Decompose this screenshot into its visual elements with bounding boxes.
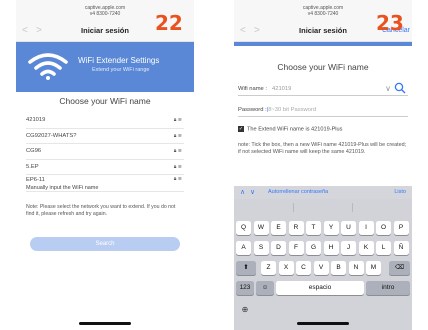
keyboard-row-5: ⊕	[234, 303, 412, 317]
globe-icon[interactable]: ⊕	[238, 303, 252, 317]
lock-wifi-icon: 🔒︎ ≋	[173, 132, 182, 139]
step-number: 23	[376, 11, 404, 35]
key-i[interactable]: I	[358, 221, 374, 235]
checkbox[interactable]: ✓	[238, 126, 244, 132]
blue-strip	[234, 42, 412, 46]
network-item[interactable]: CG92027-WHATS? 🔒︎ ≋	[26, 129, 184, 144]
key-z[interactable]: Z	[261, 261, 276, 275]
key-l[interactable]: L	[376, 241, 391, 255]
password-label: Password :	[238, 107, 267, 113]
choose-wifi-title: Choose your WiFi name	[59, 96, 151, 106]
key-y[interactable]: Y	[323, 221, 339, 235]
screen-wifi-password: captive.apple.com v4 8300-7240 < > Inici…	[234, 0, 412, 330]
wifi-name-label: Wifi name :	[238, 86, 267, 92]
key-w[interactable]: W	[253, 221, 269, 235]
key-o[interactable]: O	[376, 221, 391, 235]
lock-wifi-icon: 🔒︎ ≋	[173, 163, 182, 170]
hero-banner: WiFi Extender Settings Extend your WiFi …	[16, 42, 194, 92]
search-icon[interactable]	[394, 81, 406, 95]
key-x[interactable]: X	[278, 261, 294, 275]
chevron-up-icon[interactable]: ∧	[240, 186, 245, 199]
keyboard-row-4: 123 ☺ espacio intro	[234, 281, 412, 295]
note-text: note: Tick the box, then a new WiFi name…	[238, 142, 407, 156]
suggestion-bar	[234, 199, 412, 216]
page: captive.apple.com v4 8300-7240 < > Inici…	[0, 0, 428, 330]
choose-wifi-title: Choose your WiFi name	[277, 62, 369, 72]
key-n[interactable]: N	[348, 261, 364, 275]
network-item[interactable]: CG96 🔒︎ ≋	[26, 144, 184, 160]
done-button[interactable]: Listo	[394, 186, 406, 199]
hero-title: WiFi Extender Settings	[78, 56, 160, 65]
key-r[interactable]: R	[288, 221, 304, 235]
keyboard-row-3: ⬆ Z X C V B N M ⌫	[234, 261, 412, 275]
password-placeholder: 8~30 bit Password	[268, 107, 317, 113]
network-item[interactable]: 421019 🔒︎ ≋	[26, 113, 184, 129]
network-name: CG96	[26, 148, 42, 154]
network-name: 5.EP	[26, 163, 39, 170]
shift-key-icon[interactable]: ⬆	[236, 261, 256, 275]
key-e[interactable]: E	[271, 221, 286, 235]
search-button[interactable]: Search	[30, 237, 180, 251]
key-u[interactable]: U	[341, 221, 356, 235]
keyboard: Q W E R T Y U I O P A S D F G H J K L Ñ …	[234, 199, 412, 330]
key-c[interactable]: C	[296, 261, 311, 275]
delete-key-icon[interactable]: ⌫	[389, 261, 410, 275]
wifi-name-value: 421019	[272, 86, 292, 92]
emoji-key-icon[interactable]: ☺	[256, 281, 274, 295]
wifi-network-list: 421019 🔒︎ ≋ CG92027-WHATS? 🔒︎ ≋ CG96 🔒︎ …	[26, 113, 184, 192]
key-g[interactable]: G	[306, 241, 321, 255]
keyboard-row-1: Q W E R T Y U I O P	[234, 221, 412, 235]
key-p[interactable]: P	[393, 221, 409, 235]
autofill-password-button[interactable]: Autorrellenar contraseña	[268, 186, 328, 199]
key-m[interactable]: M	[366, 261, 381, 275]
captive-topbar: captive.apple.com v4 8300-7240 < > Inici…	[234, 0, 412, 42]
key-t[interactable]: T	[306, 221, 321, 235]
network-name: EP6-11	[26, 177, 45, 183]
step-number: 22	[155, 11, 183, 35]
manual-input-link[interactable]: Manually input the WiFi name	[26, 184, 184, 192]
key-j[interactable]: J	[341, 241, 356, 255]
numbers-key[interactable]: 123	[236, 281, 254, 295]
space-key[interactable]: espacio	[276, 281, 364, 295]
captive-topbar: captive.apple.com v4 8300-7240 < > Inici…	[16, 0, 194, 42]
key-a[interactable]: A	[236, 241, 251, 255]
chevron-down-icon[interactable]: ∨	[250, 186, 255, 199]
lock-wifi-icon: 🔒︎ ≋	[173, 117, 182, 123]
key-v[interactable]: V	[313, 261, 329, 275]
note-text: Note: Please select the network you want…	[26, 204, 176, 217]
hero-subtitle: Extend your WiFi range	[92, 67, 150, 73]
keyboard-row-2: A S D F G H J K L Ñ	[234, 241, 412, 255]
home-indicator	[79, 322, 131, 325]
key-d[interactable]: D	[271, 241, 286, 255]
network-item[interactable]: 5.EP 🔒︎ ≋	[26, 160, 184, 175]
password-field[interactable]: Password :|8~30 bit Password	[238, 103, 408, 117]
key-n-tilde[interactable]: Ñ	[393, 241, 409, 255]
key-h[interactable]: H	[323, 241, 339, 255]
network-name: 421019	[26, 117, 46, 123]
keyboard-accessory-bar: ∧ ∨ Autorrellenar contraseña Listo	[234, 186, 412, 199]
key-b[interactable]: B	[331, 261, 346, 275]
key-q[interactable]: Q	[236, 221, 251, 235]
network-name: CG92027-WHATS?	[26, 132, 77, 139]
lock-wifi-icon: 🔒︎ ≋	[173, 176, 182, 182]
network-item[interactable]: EP6-11 🔒︎ ≋ Manually input the WiFi name	[26, 175, 184, 192]
intro-key[interactable]: intro	[366, 281, 410, 295]
extend-checkbox-row[interactable]: ✓ The Extend WiFi name is 421019-Plus	[238, 126, 408, 133]
screen-wifi-list: captive.apple.com v4 8300-7240 < > Inici…	[16, 0, 194, 330]
checkbox-label: The Extend WiFi name is 421019-Plus	[247, 126, 343, 133]
chevron-down-icon[interactable]: ∨	[385, 82, 391, 96]
home-indicator	[297, 322, 349, 325]
key-f[interactable]: F	[288, 241, 304, 255]
wifi-name-field[interactable]: Wifi name : 421019 ∨	[238, 82, 408, 96]
lock-wifi-icon: 🔒︎ ≋	[173, 148, 182, 154]
key-k[interactable]: K	[358, 241, 374, 255]
key-s[interactable]: S	[253, 241, 269, 255]
wifi-icon	[28, 53, 68, 80]
